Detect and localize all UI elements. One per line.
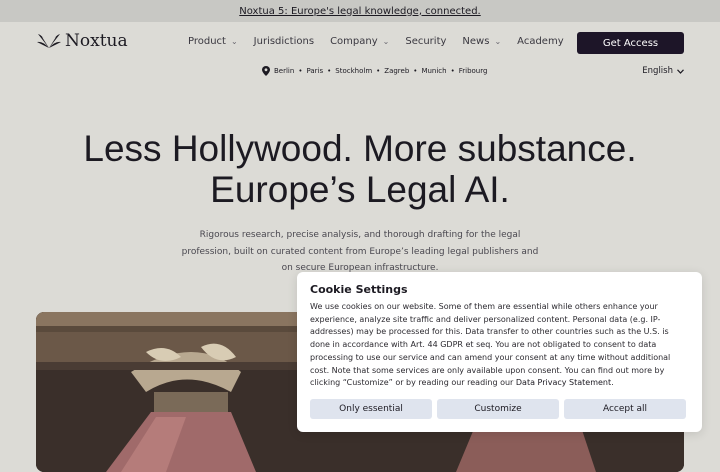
location-stockholm: Stockholm [335,67,373,75]
locations-list: Berlin • Paris • Stockholm • Zagreb • Mu… [262,66,487,76]
cookie-title: Cookie Settings [310,283,408,296]
nav-label: News [462,36,490,47]
get-access-button[interactable]: Get Access [577,32,684,54]
privacy-statement-link[interactable]: Data Privacy Statement [516,378,611,387]
separator-dot: • [298,67,303,75]
nav-security[interactable]: Security [405,36,446,47]
location-berlin: Berlin [274,67,295,75]
nav-label: Product [188,36,226,47]
nav-news[interactable]: News ⌄ [462,36,501,47]
brand-name: Noxtua [65,31,128,51]
cookie-body: We use cookies on our website. Some of t… [310,301,690,390]
chevron-down-icon: ⌄ [230,37,238,46]
nav-academy[interactable]: Academy [517,36,563,47]
chevron-down-icon: ⌄ [382,37,390,46]
nav-label: Company [330,36,378,47]
main-nav: Product ⌄ Jurisdictions Company ⌄ Securi… [188,36,564,47]
location-zagreb: Zagreb [384,67,410,75]
cookie-body-text: We use cookies on our website. Some of t… [310,302,671,388]
separator-dot: • [376,67,381,75]
location-pin-icon [262,66,270,76]
nav-label: Jurisdictions [253,36,315,47]
nav-label: Academy [517,36,564,47]
cookie-buttons: Only essential Customize Accept all [310,399,686,419]
brand-logo[interactable]: Noxtua [36,31,128,51]
language-label: English [642,66,673,76]
nav-product[interactable]: Product ⌄ [188,36,238,47]
location-fribourg: Fribourg [458,67,488,75]
cookie-body-end: . [611,378,614,388]
chevron-down-icon: ⌄ [494,37,502,46]
only-essential-button[interactable]: Only essential [310,399,432,419]
separator-dot: • [450,67,455,75]
announcement-link[interactable]: Noxtua 5: Europe's legal knowledge, conn… [239,6,480,17]
cookie-dialog: Cookie Settings We use cookies on our we… [297,272,702,432]
language-selector[interactable]: English [642,66,684,76]
nav-jurisdictions[interactable]: Jurisdictions [254,36,314,47]
logo-icon [37,34,61,48]
announcement-bar: Noxtua 5: Europe's legal knowledge, conn… [0,0,720,22]
separator-dot: • [413,67,418,75]
customize-button[interactable]: Customize [437,399,559,419]
separator-dot: • [327,67,332,75]
nav-company[interactable]: Company ⌄ [330,36,389,47]
location-paris: Paris [306,67,324,75]
hero-title-line2: Europe’s Legal AI. [210,169,510,210]
chevron-down-icon [677,68,684,74]
hero-title: Less Hollywood. More substance. Europe’s… [0,128,720,210]
hero-title-line1: Less Hollywood. More substance. [83,128,637,169]
location-munich: Munich [421,67,447,75]
hero-subtitle: Rigorous research, precise analysis, and… [181,230,539,273]
nav-label: Security [405,36,447,47]
accept-all-button[interactable]: Accept all [564,399,686,419]
